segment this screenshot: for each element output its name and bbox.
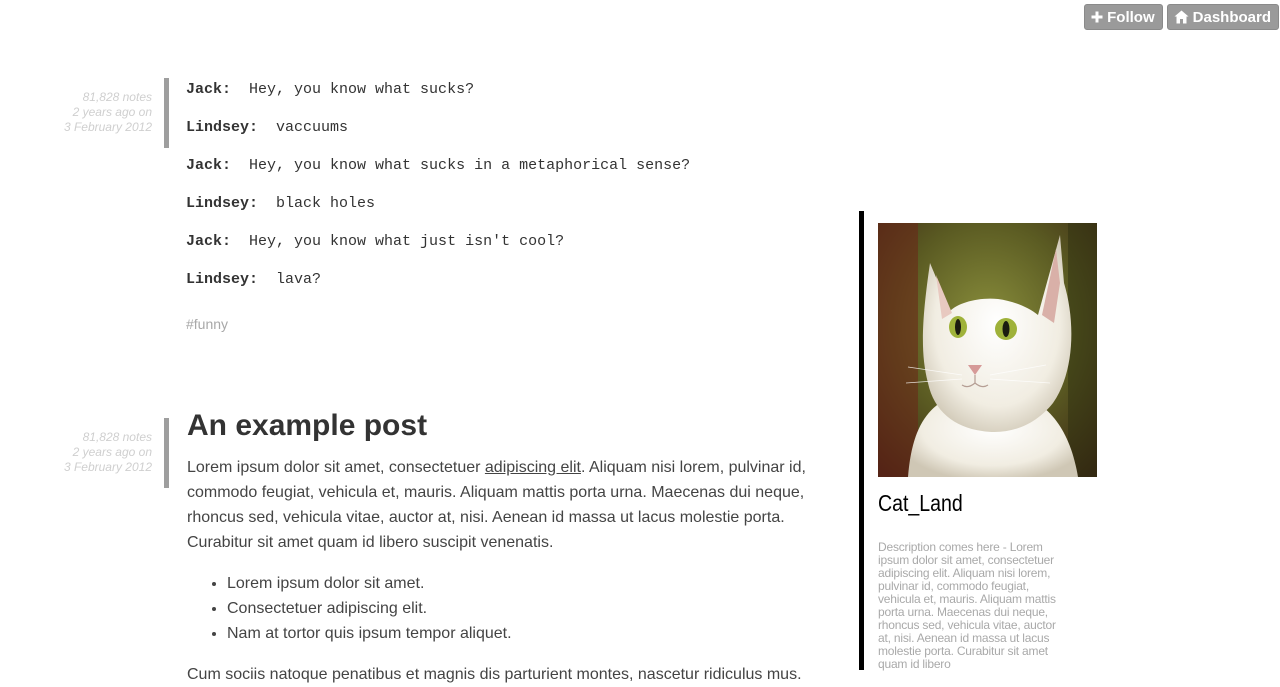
post-tag[interactable]: #funny [186,316,228,332]
chat-speaker: Jack: [186,157,232,174]
top-controls: Follow Dashboard [1084,4,1279,30]
follow-button[interactable]: Follow [1084,4,1163,30]
chat-line: Lindsey: black holes [186,195,826,233]
chat-speaker: Lindsey: [186,119,259,136]
post-list: Lorem ipsum dolor sit amet. Consectetuer… [187,571,819,646]
text-post: An example post Lorem ipsum dolor sit am… [187,407,819,687]
post-meta: 81,828 notes 2 years ago on 3 February 2… [40,430,152,475]
cat-photo [878,223,1097,477]
blog-avatar[interactable] [878,223,1097,477]
sidebar-divider [859,211,864,670]
blog-description: Description comes here - Lorem ipsum dol… [878,540,1056,671]
chat-line: Jack: Hey, you know what just isn't cool… [186,233,826,271]
list-item: Consectetuer adipiscing elit. [227,596,819,621]
chat-line: Jack: Hey, you know what sucks in a meta… [186,157,826,195]
paragraph-text: Lorem ipsum dolor sit amet, consectetuer [187,459,485,476]
post-date[interactable]: 3 February 2012 [40,120,152,135]
chat-text: Hey, you know what sucks in a metaphoric… [249,157,691,174]
list-item: Nam at tortor quis ipsum tempor aliquet. [227,621,819,646]
post-paragraph: Cum sociis natoque penatibus et magnis d… [187,666,802,683]
home-icon [1174,10,1189,24]
chat-line: Jack: Hey, you know what sucks? [186,81,826,119]
chat-text: black holes [276,195,376,212]
chat-text: Hey, you know what just isn't cool? [249,233,565,250]
post-age: 2 years ago on [72,105,152,119]
chat-speaker: Jack: [186,81,232,98]
post-meta: 81,828 notes 2 years ago on 3 February 2… [40,90,152,135]
chat-text: vaccuums [276,119,349,136]
follow-label: Follow [1107,8,1155,26]
post-accent-bar [164,418,169,488]
chat-speaker: Lindsey: [186,271,259,288]
post-accent-bar [164,78,169,148]
plus-icon [1091,11,1103,23]
chat-line: Lindsey: lava? [186,271,826,309]
chat-text: Hey, you know what sucks? [249,81,475,98]
chat-text: lava? [276,271,322,288]
chat-post: Jack: Hey, you know what sucks? Lindsey:… [186,81,826,309]
notes-count[interactable]: 81,828 notes [40,90,152,105]
list-item: Lorem ipsum dolor sit amet. [227,571,819,596]
dashboard-label: Dashboard [1192,8,1271,26]
post-paragraph: Lorem ipsum dolor sit amet, consectetuer… [187,455,819,555]
chat-speaker: Lindsey: [186,195,259,212]
post-date[interactable]: 3 February 2012 [40,460,152,475]
dashboard-button[interactable]: Dashboard [1166,4,1279,30]
inline-link[interactable]: adipiscing elit [485,459,581,476]
blog-title[interactable]: Cat_Land [878,490,963,517]
chat-line: Lindsey: vaccuums [186,119,826,157]
chat-speaker: Jack: [186,233,232,250]
post-title: An example post [187,409,428,442]
post-age: 2 years ago on [72,445,152,459]
notes-count[interactable]: 81,828 notes [40,430,152,445]
